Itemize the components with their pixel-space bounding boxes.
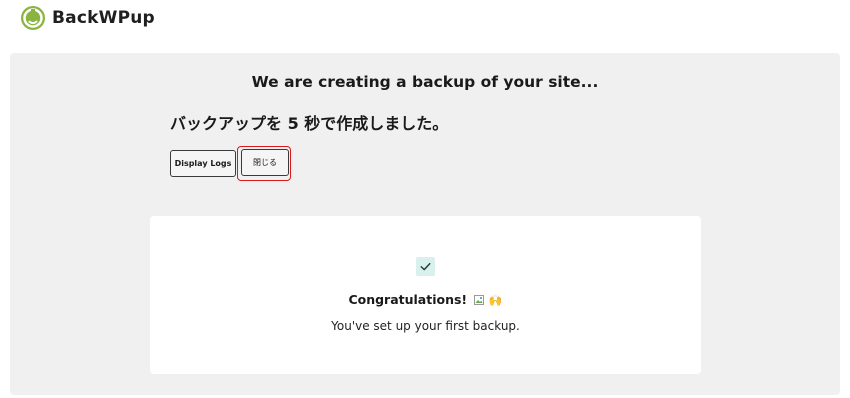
brand-name[interactable]: BackWPup — [52, 6, 155, 30]
header: BackWPup — [0, 0, 850, 40]
display-logs-button[interactable]: Display Logs — [170, 150, 236, 177]
backwpup-logo-icon[interactable] — [20, 5, 46, 31]
close-button[interactable]: 閉じる — [241, 149, 289, 176]
page-title: We are creating a backup of your site... — [251, 73, 599, 91]
congrats-title: Congratulations! — [348, 292, 468, 307]
congrats-heading: Congratulations! 🙌 — [150, 291, 701, 310]
check-icon — [416, 257, 435, 276]
broken-image-icon — [473, 295, 484, 305]
backup-panel: We are creating a backup of your site...… — [10, 53, 840, 395]
congrats-subtext: You've set up your first backup. — [331, 319, 520, 333]
raised-hands-emoji: 🙌 — [488, 294, 503, 307]
congrats-card: Congratulations! 🙌 You've set up your fi… — [150, 216, 701, 374]
backup-status-message: バックアップを 5 秒で作成しました。 — [170, 114, 449, 133]
